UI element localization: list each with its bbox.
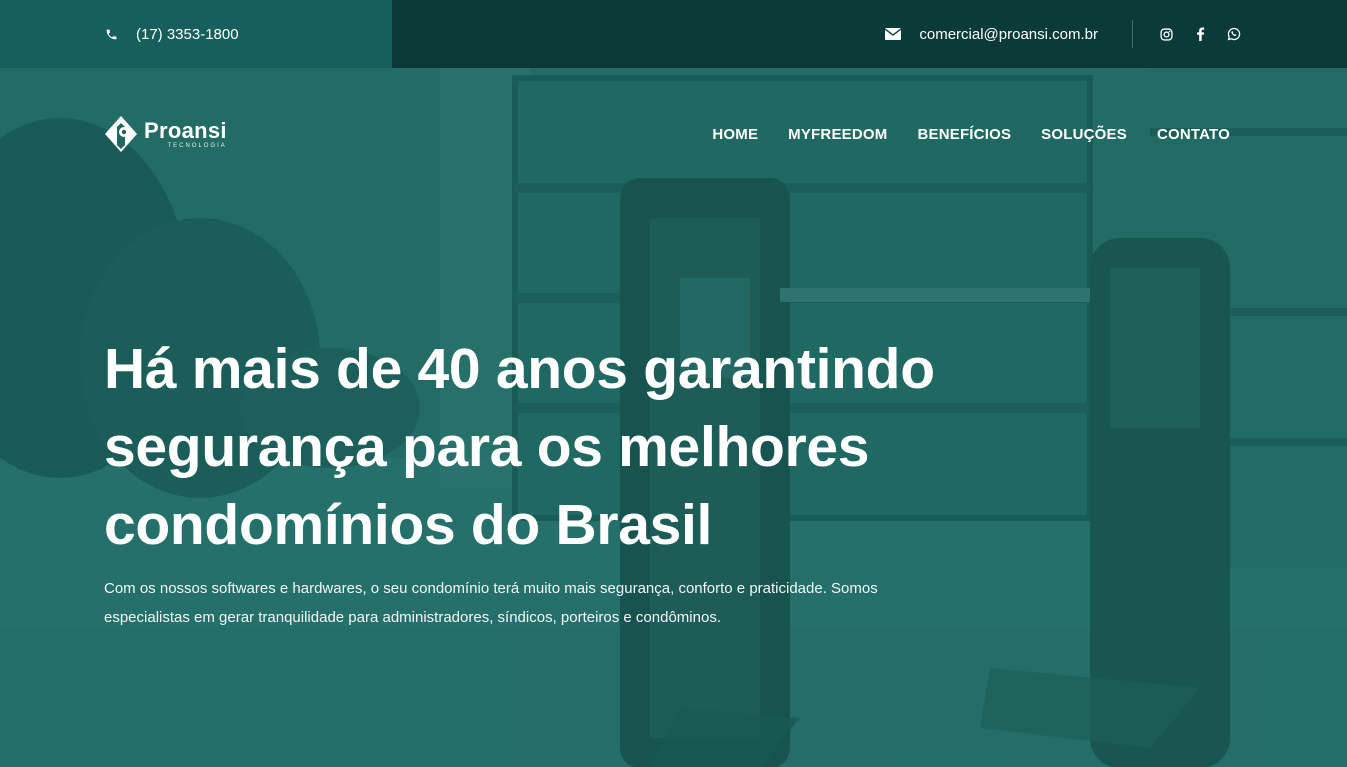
- instagram-icon[interactable]: [1159, 27, 1173, 41]
- description-line-1: Com os nossos softwares e hardwares, o s…: [104, 580, 878, 597]
- headline-line-1: Há mais de 40 anos garantindo: [104, 337, 935, 401]
- topbar-contact-right: comercial@proansi.com.br: [392, 0, 1347, 68]
- email-link[interactable]: comercial@proansi.com.br: [885, 26, 1098, 43]
- phone-link[interactable]: (17) 3353-1800: [104, 26, 239, 43]
- facebook-icon[interactable]: [1193, 27, 1207, 41]
- main-header: Proansi TECNOLOGIA HOME MYFREEDOM BENEFÍ…: [104, 114, 1230, 154]
- main-menu: HOME MYFREEDOM BENEFÍCIOS SOLUÇÕES CONTA…: [712, 126, 1230, 143]
- headline-line-2: segurança para os melhores: [104, 415, 870, 479]
- headline-line-3: condomínios do Brasil: [104, 493, 713, 557]
- logo-tagline: TECNOLOGIA: [167, 142, 227, 149]
- nav-myfreedom[interactable]: MYFREEDOM: [788, 126, 887, 143]
- proansi-logo-icon: [105, 116, 137, 152]
- hero-headline: Há mais de 40 anos garantindo segurança …: [104, 330, 1004, 564]
- nav-beneficios[interactable]: BENEFÍCIOS: [917, 126, 1011, 143]
- topbar-contact-left: (17) 3353-1800: [0, 0, 392, 68]
- whatsapp-icon[interactable]: [1227, 27, 1241, 41]
- social-links: [1159, 27, 1241, 41]
- hero-description: Com os nossos softwares e hardwares, o s…: [104, 574, 904, 632]
- nav-contato[interactable]: CONTATO: [1157, 126, 1230, 143]
- topbar-divider: [1132, 20, 1133, 48]
- nav-solucoes[interactable]: SOLUÇÕES: [1041, 126, 1127, 143]
- nav-home[interactable]: HOME: [712, 126, 758, 143]
- phone-icon: [104, 27, 118, 41]
- logo-name: Proansi: [144, 117, 227, 143]
- proansi-logo[interactable]: Proansi TECNOLOGIA: [104, 115, 227, 153]
- phone-number: (17) 3353-1800: [136, 25, 239, 43]
- email-address: comercial@proansi.com.br: [919, 25, 1098, 43]
- envelope-icon: [885, 27, 902, 41]
- description-line-2: especialistas em gerar tranquilidade par…: [104, 609, 721, 626]
- top-bar: (17) 3353-1800 comercial@proansi.com.br: [0, 0, 1347, 68]
